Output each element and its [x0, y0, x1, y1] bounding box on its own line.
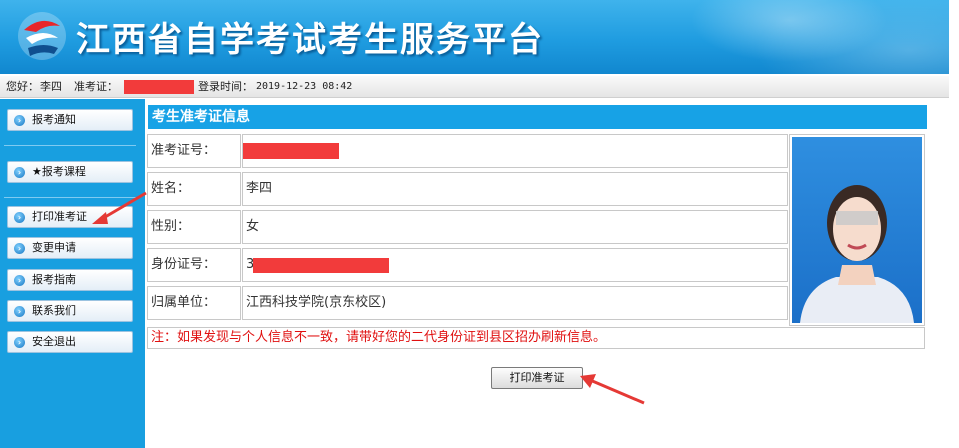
row-value-id-number: 3 [242, 248, 788, 282]
right-edge [949, 0, 959, 448]
arrow-circle-icon: › [14, 306, 25, 317]
sidebar-item-label: 联系我们 [32, 304, 76, 317]
sidebar-item-exam-notice[interactable]: › 报考通知 [7, 109, 133, 131]
ticket-number-value-redaction [243, 143, 339, 159]
ticket-label: 准考证： [74, 80, 118, 93]
row-label-id-number: 身份证号： [147, 248, 241, 282]
user-name: 李四 [40, 80, 62, 93]
arrow-circle-icon: › [14, 337, 25, 348]
row-value-gender: 女 [242, 210, 788, 244]
sidebar-item-contact-us[interactable]: › 联系我们 [7, 300, 133, 322]
row-label-gender: 性别： [147, 210, 241, 244]
arrow-circle-icon: › [14, 275, 25, 286]
row-label-ticket-number: 准考证号： [147, 134, 241, 168]
site-title: 江西省自学考试考生服务平台 [76, 20, 544, 60]
sidebar-item-label: ★报考课程 [32, 165, 86, 178]
header-banner: 江西省自学考试考生服务平台 [0, 0, 949, 74]
section-title: 考生准考证信息 [148, 105, 927, 129]
exam-logo-icon [18, 12, 66, 60]
sidebar-item-label: 报考指南 [32, 273, 76, 286]
photo-cell [789, 134, 925, 326]
sidebar-divider [4, 145, 136, 146]
notice-text: 注：如果发现与个人信息不一致，请带好您的二代身份证到县区招办刷新信息。 [147, 327, 925, 349]
greeting-label: 您好： [6, 80, 39, 93]
sidebar-item-label: 打印准考证 [32, 210, 87, 223]
login-time-label: 登录时间： [198, 80, 253, 93]
sidebar-item-label: 安全退出 [32, 335, 76, 348]
arrow-circle-icon: › [14, 243, 25, 254]
print-admission-ticket-button[interactable]: 打印准考证 [491, 367, 583, 389]
row-value-affiliation: 江西科技学院(京东校区) [242, 286, 788, 320]
sidebar-item-label: 报考通知 [32, 113, 76, 126]
row-label-name: 姓名： [147, 172, 241, 206]
id-number-redaction [253, 258, 389, 273]
row-value-name: 李四 [242, 172, 788, 206]
row-value-ticket-number [242, 134, 788, 168]
arrow-circle-icon: › [14, 212, 25, 223]
sidebar-item-logout[interactable]: › 安全退出 [7, 331, 133, 353]
arrow-circle-icon: › [14, 115, 25, 126]
arrow-circle-icon: › [14, 167, 25, 178]
sidebar-item-exam-guide[interactable]: › 报考指南 [7, 269, 133, 291]
row-label-affiliation: 归属单位： [147, 286, 241, 320]
ticket-number-redaction [124, 80, 194, 94]
user-info-bar: 您好： 李四 准考证： 登录时间： 2019-12-23 08:42 [0, 76, 949, 98]
sidebar-item-label: 变更申请 [32, 241, 76, 254]
sidebar-item-exam-courses[interactable]: › ★报考课程 [7, 161, 133, 183]
annotation-arrow-icon [92, 191, 147, 224]
candidate-photo [792, 137, 922, 323]
login-time: 2019-12-23 08:42 [256, 81, 353, 92]
annotation-arrow-icon [580, 374, 645, 405]
sidebar-item-change-request[interactable]: › 变更申请 [7, 237, 133, 259]
